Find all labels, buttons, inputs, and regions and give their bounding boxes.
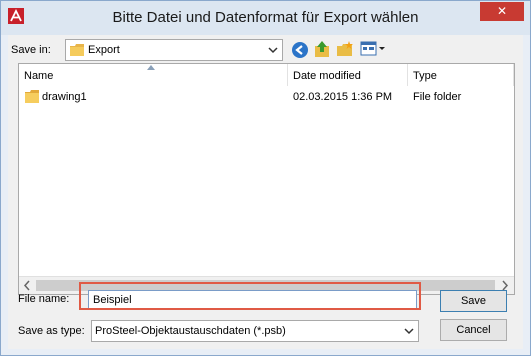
cancel-button[interactable]: Cancel	[440, 319, 507, 341]
column-header-type[interactable]: Type	[408, 64, 514, 86]
save-button[interactable]: Save	[440, 290, 507, 312]
back-icon[interactable]	[291, 41, 309, 59]
column-header-name[interactable]: Name	[19, 64, 288, 86]
item-name: drawing1	[42, 91, 87, 103]
column-type-label: Type	[413, 70, 437, 82]
file-list[interactable]: Name Date modified Type drawing1 02.03.2…	[18, 63, 515, 295]
folder-icon	[25, 90, 39, 103]
item-type: File folder	[413, 91, 462, 103]
item-date: 02.03.2015 1:36 PM	[293, 91, 393, 103]
sort-ascending-icon	[147, 65, 155, 70]
dialog-title: Bitte Datei und Datenformat für Export w…	[112, 9, 419, 26]
up-folder-icon[interactable]	[313, 40, 331, 58]
view-menu-icon[interactable]	[360, 40, 386, 58]
save-as-type-dropdown[interactable]: ProSteel-Objektaustauschdaten (*.psb)	[91, 320, 419, 342]
save-in-value: Export	[88, 44, 120, 56]
title-bar[interactable]: Bitte Datei und Datenformat für Export w…	[1, 1, 530, 35]
save-in-dropdown[interactable]: Export	[65, 39, 283, 61]
new-folder-icon[interactable]	[336, 40, 354, 58]
highlight-box	[79, 282, 421, 310]
close-button[interactable]: ✕	[480, 2, 524, 21]
list-item[interactable]: drawing1 02.03.2015 1:36 PM File folder	[19, 88, 514, 106]
save-in-label: Save in:	[11, 44, 51, 56]
save-as-type-label: Save as type:	[18, 325, 85, 337]
column-header-date[interactable]: Date modified	[288, 64, 408, 86]
column-name-label: Name	[24, 70, 54, 82]
chevron-down-icon	[404, 328, 414, 335]
file-name-label: File name:	[18, 293, 70, 305]
column-date-label: Date modified	[293, 70, 361, 82]
save-as-type-value: ProSteel-Objektaustauschdaten (*.psb)	[95, 325, 286, 337]
chevron-down-icon	[268, 47, 278, 54]
scroll-left-icon[interactable]	[22, 280, 32, 291]
export-dialog: Bitte Datei und Datenformat für Export w…	[0, 0, 531, 356]
folder-icon	[70, 44, 84, 56]
